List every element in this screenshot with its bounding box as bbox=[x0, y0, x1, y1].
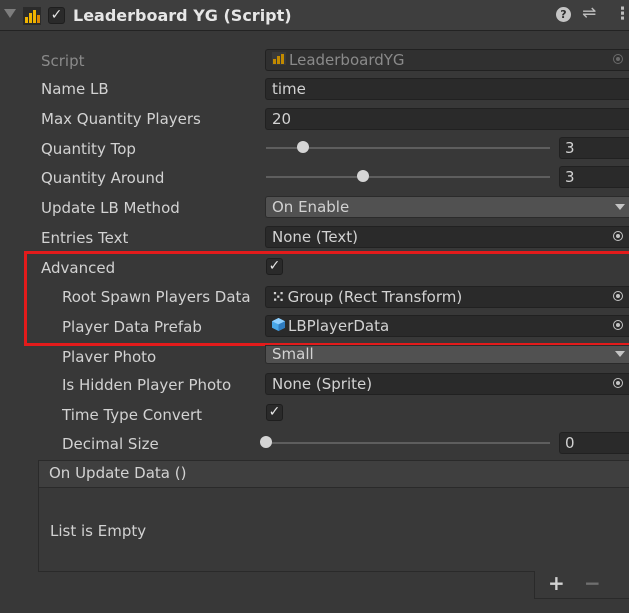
entries-text-field[interactable]: None (Text) bbox=[265, 226, 629, 248]
remove-button[interactable]: − bbox=[584, 571, 601, 595]
decimal-size-slider-thumb[interactable] bbox=[260, 436, 272, 448]
script-label: Script bbox=[41, 52, 85, 70]
script-value: LeaderboardYG bbox=[289, 51, 405, 69]
player-photo-dropdown[interactable]: Small bbox=[265, 345, 629, 364]
quantity-around-label: Quantity Around bbox=[41, 169, 165, 187]
update-lb-method-value: On Enable bbox=[272, 198, 350, 216]
script-field: LeaderboardYG bbox=[265, 49, 629, 71]
decimal-size-label: Decimal Size bbox=[62, 435, 159, 453]
event-title: On Update Data () bbox=[49, 464, 187, 482]
kebab-menu-icon[interactable]: ⋮ bbox=[614, 4, 629, 24]
script-icon bbox=[23, 7, 41, 25]
player-photo-label: Player Photo bbox=[62, 348, 157, 362]
event-list-header: On Update Data () bbox=[38, 460, 629, 488]
quantity-around-slider-thumb[interactable] bbox=[356, 170, 369, 182]
name-lb-input[interactable]: time bbox=[265, 78, 629, 100]
add-button[interactable]: + bbox=[548, 571, 565, 595]
max-quantity-players-label: Max Quantity Players bbox=[41, 110, 201, 128]
fold-arrow-icon[interactable] bbox=[4, 9, 16, 18]
help-icon[interactable]: ? bbox=[556, 7, 571, 22]
event-list-footer: + − bbox=[534, 571, 629, 599]
is-hidden-player-photo-value: None (Sprite) bbox=[272, 375, 373, 393]
decimal-size-input[interactable]: 0 bbox=[559, 432, 629, 454]
is-hidden-player-photo-label: Is Hidden Player Photo bbox=[62, 376, 232, 394]
object-picker-icon[interactable] bbox=[613, 231, 623, 241]
chevron-down-icon bbox=[615, 204, 625, 210]
entries-text-label: Entries Text bbox=[41, 229, 129, 247]
name-lb-label: Name LB bbox=[41, 80, 109, 98]
component-enabled-checkbox[interactable]: ✓ bbox=[48, 7, 65, 24]
quantity-top-label: Quantity Top bbox=[41, 140, 136, 158]
quantity-top-slider-thumb[interactable] bbox=[296, 141, 309, 153]
chevron-down-icon bbox=[615, 351, 625, 357]
quantity-top-input[interactable]: 3 bbox=[559, 137, 629, 159]
update-lb-method-label: Update LB Method bbox=[41, 199, 180, 217]
player-photo-value: Small bbox=[272, 345, 314, 363]
quantity-around-input[interactable]: 3 bbox=[559, 166, 629, 188]
object-picker-icon bbox=[613, 54, 623, 64]
component-title: Leaderboard YG (Script) bbox=[73, 6, 292, 25]
max-quantity-players-input[interactable]: 20 bbox=[265, 108, 629, 130]
object-picker-icon[interactable] bbox=[613, 378, 623, 388]
decimal-size-slider-track[interactable] bbox=[266, 442, 550, 444]
quantity-around-slider-track[interactable] bbox=[266, 176, 550, 178]
component-header: ✓ Leaderboard YG (Script) ? ⇌ ⋮ bbox=[0, 0, 629, 31]
highlight-box bbox=[24, 251, 629, 346]
entries-text-value: None (Text) bbox=[272, 228, 358, 246]
time-type-convert-checkbox[interactable]: ✓ bbox=[266, 404, 283, 421]
is-hidden-player-photo-field[interactable]: None (Sprite) bbox=[265, 373, 629, 395]
update-lb-method-dropdown[interactable]: On Enable bbox=[265, 196, 629, 218]
script-icon bbox=[272, 52, 286, 65]
time-type-convert-label: Time Type Convert bbox=[62, 406, 203, 424]
event-empty-text: List is Empty bbox=[50, 522, 147, 540]
presets-icon[interactable]: ⇌ bbox=[582, 3, 596, 23]
